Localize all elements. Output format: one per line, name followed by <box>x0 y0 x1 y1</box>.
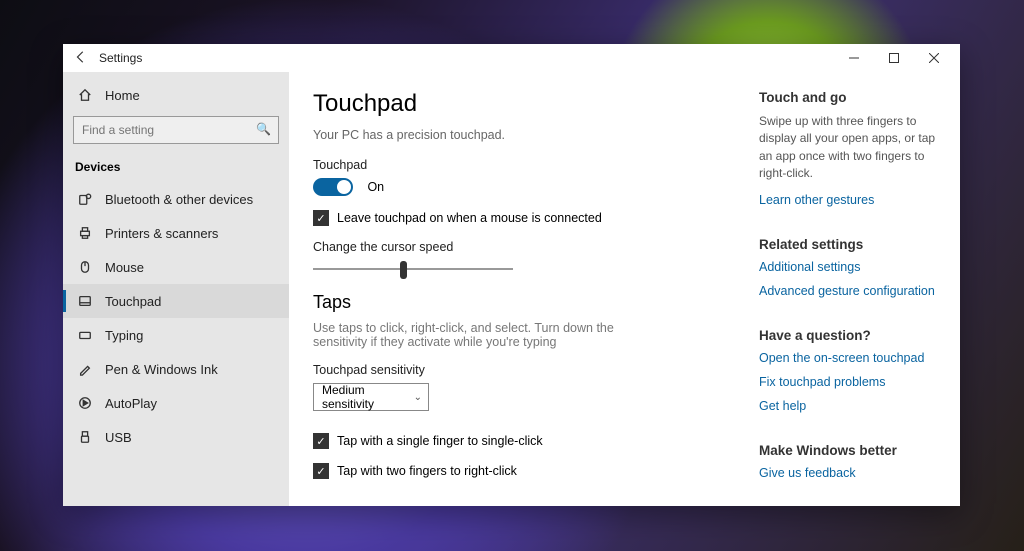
sidebar: Home 🔍 Devices Bluetooth & other devices… <box>63 72 289 506</box>
open-onscreen-link[interactable]: Open the on-screen touchpad <box>759 351 945 365</box>
related-heading: Related settings <box>759 237 945 252</box>
back-button[interactable] <box>69 50 93 67</box>
taps-description: Use taps to click, right-click, and sele… <box>313 321 643 349</box>
search-icon: 🔍 <box>256 122 271 136</box>
minimize-button[interactable] <box>834 44 874 72</box>
sidebar-item-usb[interactable]: USB <box>63 420 289 454</box>
close-button[interactable] <box>914 44 954 72</box>
slider-thumb[interactable] <box>400 261 407 279</box>
printer-icon <box>75 226 95 240</box>
settings-window: Settings Home 🔍 Devices Bluetooth & othe… <box>63 44 960 506</box>
sidebar-item-pen[interactable]: Pen & Windows Ink <box>63 352 289 386</box>
learn-gestures-link[interactable]: Learn other gestures <box>759 193 945 207</box>
touchpad-toggle-state: On <box>367 180 384 194</box>
leave-on-label: Leave touchpad on when a mouse is connec… <box>337 211 602 225</box>
sidebar-item-mouse[interactable]: Mouse <box>63 250 289 284</box>
right-pane: Touch and go Swipe up with three fingers… <box>759 72 959 506</box>
touch-go-heading: Touch and go <box>759 90 945 105</box>
pen-icon <box>75 362 95 376</box>
window-title: Settings <box>93 51 142 65</box>
mouse-icon <box>75 260 95 274</box>
sensitivity-label: Touchpad sensitivity <box>313 363 735 377</box>
sidebar-home[interactable]: Home <box>63 78 289 112</box>
question-heading: Have a question? <box>759 328 945 343</box>
leave-on-checkbox[interactable]: ✓ Leave touchpad on when a mouse is conn… <box>313 210 735 226</box>
sidebar-item-label: Touchpad <box>105 294 161 309</box>
sidebar-item-label: Bluetooth & other devices <box>105 192 253 207</box>
usb-icon <box>75 430 95 444</box>
fix-problems-link[interactable]: Fix touchpad problems <box>759 375 945 389</box>
tap-double-checkbox[interactable]: ✓ Tap with two fingers to right-click <box>313 463 735 479</box>
sidebar-item-bluetooth[interactable]: Bluetooth & other devices <box>63 182 289 216</box>
sidebar-item-autoplay[interactable]: AutoPlay <box>63 386 289 420</box>
advanced-gesture-link[interactable]: Advanced gesture configuration <box>759 284 945 298</box>
touchpad-toggle[interactable] <box>313 178 353 196</box>
sensitivity-value: Medium sensitivity <box>322 383 406 411</box>
check-icon: ✓ <box>313 433 329 449</box>
touchpad-toggle-label: Touchpad <box>313 158 735 172</box>
check-icon: ✓ <box>313 463 329 479</box>
tap-single-checkbox[interactable]: ✓ Tap with a single finger to single-cli… <box>313 433 735 449</box>
autoplay-icon <box>75 396 95 410</box>
home-icon <box>75 88 95 102</box>
cursor-speed-label: Change the cursor speed <box>313 240 735 254</box>
search-input[interactable] <box>73 116 279 144</box>
chevron-down-icon: ⌄ <box>414 392 422 403</box>
feedback-link[interactable]: Give us feedback <box>759 466 945 480</box>
additional-settings-link[interactable]: Additional settings <box>759 260 945 274</box>
sidebar-section-title: Devices <box>63 154 289 182</box>
page-title: Touchpad <box>313 90 735 118</box>
sidebar-item-label: Pen & Windows Ink <box>105 362 218 377</box>
sensitivity-select[interactable]: Medium sensitivity ⌄ <box>313 383 429 411</box>
get-help-link[interactable]: Get help <box>759 399 945 413</box>
precision-text: Your PC has a precision touchpad. <box>313 128 735 142</box>
titlebar: Settings <box>63 44 960 72</box>
taps-heading: Taps <box>313 292 735 313</box>
bluetooth-icon <box>75 192 95 206</box>
sidebar-item-label: Printers & scanners <box>105 226 218 241</box>
sidebar-item-printers[interactable]: Printers & scanners <box>63 216 289 250</box>
touchpad-icon <box>75 294 95 308</box>
better-heading: Make Windows better <box>759 443 945 458</box>
sidebar-item-touchpad[interactable]: Touchpad <box>63 284 289 318</box>
sidebar-item-label: Mouse <box>105 260 144 275</box>
check-icon: ✓ <box>313 210 329 226</box>
sidebar-item-label: AutoPlay <box>105 396 157 411</box>
keyboard-icon <box>75 328 95 342</box>
sidebar-item-typing[interactable]: Typing <box>63 318 289 352</box>
sidebar-item-label: USB <box>105 430 132 445</box>
tap-double-label: Tap with two fingers to right-click <box>337 464 517 478</box>
main-pane: Touchpad Your PC has a precision touchpa… <box>289 72 960 506</box>
touch-go-text: Swipe up with three fingers to display a… <box>759 113 945 183</box>
sidebar-item-label: Typing <box>105 328 143 343</box>
maximize-button[interactable] <box>874 44 914 72</box>
sidebar-home-label: Home <box>105 88 140 103</box>
cursor-speed-slider[interactable] <box>313 268 513 270</box>
tap-single-label: Tap with a single finger to single-click <box>337 434 543 448</box>
